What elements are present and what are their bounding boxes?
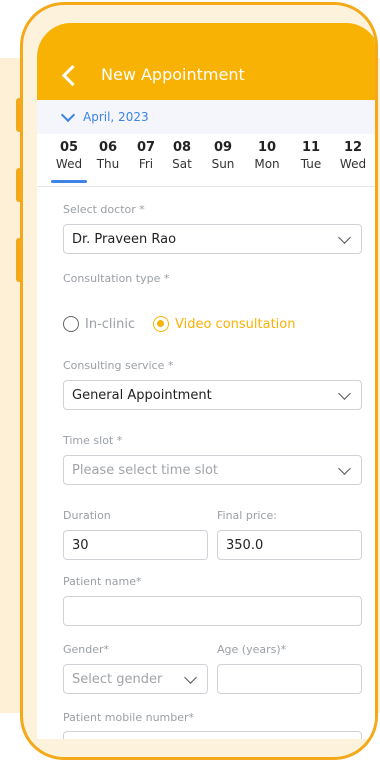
date-number: 05 [59,140,79,155]
date-number: 08 [172,140,192,155]
app-screen: New Appointment April, 2023 05 Wed 06 Th… [37,23,375,739]
chevron-down-icon [338,231,351,244]
duration-label: Duration [63,509,111,522]
date-weekday: Thu [96,157,120,171]
date-number: 09 [213,140,233,155]
patient-name-input[interactable] [63,596,362,626]
date-weekday: Sun [211,157,235,171]
service-value: General Appointment [72,388,212,403]
gender-select[interactable]: Select gender [63,664,208,694]
duration-input[interactable]: 30 [63,530,208,560]
page-title: New Appointment [101,65,245,84]
service-label: Consulting service * [63,359,174,372]
mobile-input[interactable] [63,731,362,739]
app-header: New Appointment [37,23,375,100]
final-price-value: 350.0 [226,538,264,553]
month-label: April, 2023 [83,110,149,124]
date-number: 06 [98,140,118,155]
video-consultation-radio[interactable] [153,316,169,332]
phone-frame: New Appointment April, 2023 05 Wed 06 Th… [20,2,378,760]
month-selector[interactable]: April, 2023 [37,100,375,135]
date-item[interactable]: 09 Sun [203,140,243,171]
date-number: 12 [343,140,363,155]
chevron-down-icon [338,462,351,475]
selected-date-indicator [51,180,87,183]
date-item[interactable]: 08 Sat [162,140,202,171]
gender-placeholder: Select gender [72,672,163,687]
time-slot-placeholder: Please select time slot [72,463,219,478]
in-clinic-label[interactable]: In-clinic [85,317,135,332]
date-number: 07 [136,140,156,155]
date-item[interactable]: 05 Wed [49,140,89,171]
time-slot-select[interactable]: Please select time slot [63,455,362,485]
date-number: 10 [257,140,277,155]
patient-name-label: Patient name* [63,575,142,588]
consultation-type-label: Consultation type * [63,272,170,285]
final-price-input[interactable]: 350.0 [217,530,362,560]
age-label: Age (years)* [217,643,287,656]
date-item[interactable]: 10 Mon [247,140,287,171]
date-number: 11 [301,140,321,155]
back-arrow-icon[interactable] [61,64,84,87]
date-strip: 05 Wed 06 Thu 07 Fri 08 Sat 09 Sun 10 Mo… [37,134,375,187]
final-price-label: Final price: [217,509,277,522]
chevron-down-icon [338,387,351,400]
time-slot-label: Time slot * [63,434,123,447]
mobile-label: Patient mobile number* [63,711,195,724]
date-weekday: Fri [138,157,154,171]
video-consultation-label[interactable]: Video consultation [175,317,296,332]
duration-value: 30 [72,538,89,553]
date-item[interactable]: 06 Thu [88,140,128,171]
service-select[interactable]: General Appointment [63,380,362,410]
date-weekday: Mon [254,157,280,171]
doctor-value: Dr. Praveen Rao [72,232,177,247]
doctor-label: Select doctor * [63,203,145,216]
age-input[interactable] [217,664,362,694]
doctor-select[interactable]: Dr. Praveen Rao [63,224,362,254]
date-item[interactable]: 07 Fri [126,140,166,171]
in-clinic-radio[interactable] [63,316,79,332]
chevron-down-icon [184,671,197,684]
gender-label: Gender* [63,643,110,656]
date-weekday: Wed [55,157,83,171]
date-weekday: Tue [300,157,322,171]
chevron-down-icon [60,107,76,123]
date-weekday: Sat [172,157,192,171]
date-item[interactable]: 11 Tue [291,140,331,171]
date-weekday: Wed [339,157,367,171]
date-item[interactable]: 12 Wed [333,140,373,171]
